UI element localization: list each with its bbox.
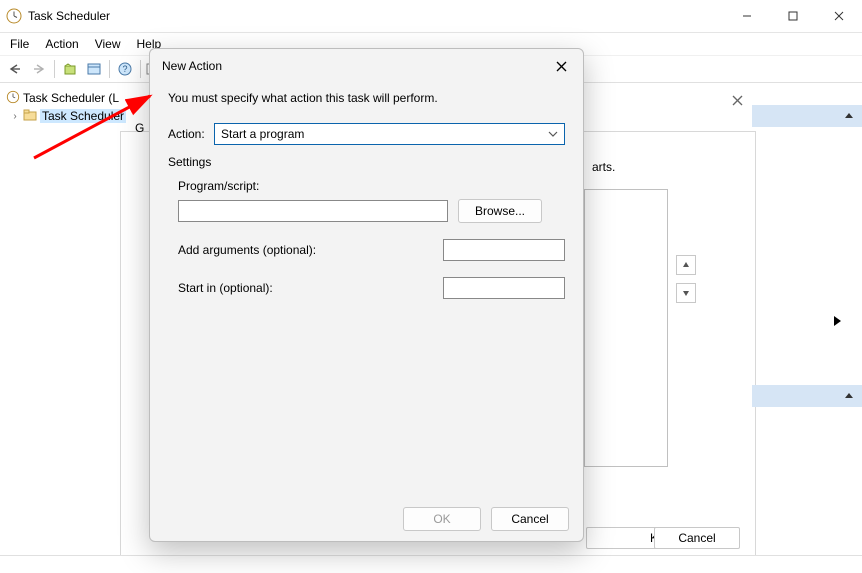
titlebar: Task Scheduler <box>0 0 862 32</box>
minimize-button[interactable] <box>724 0 770 32</box>
folder-icon <box>23 109 37 124</box>
bg-move-up-button[interactable] <box>676 255 696 275</box>
statusbar <box>0 555 862 573</box>
expand-icon[interactable]: › <box>10 111 20 122</box>
wizard-close-button[interactable] <box>726 89 748 111</box>
app-icon <box>6 8 22 24</box>
actions-pane-strip <box>752 83 862 573</box>
ok-button[interactable]: OK <box>403 507 481 531</box>
svg-text:?: ? <box>122 64 127 74</box>
program-script-input[interactable] <box>178 200 448 222</box>
dialog-title: New Action <box>162 59 547 73</box>
bg-peek-letter: G <box>135 121 144 135</box>
startin-input[interactable] <box>443 277 565 299</box>
bg-move-down-button[interactable] <box>676 283 696 303</box>
arguments-input[interactable] <box>443 239 565 261</box>
browse-button[interactable]: Browse... <box>458 199 542 223</box>
nav-forward-button[interactable] <box>28 58 50 80</box>
action-dropdown-value: Start a program <box>221 127 304 141</box>
bg-peek-arts: arts. <box>592 160 615 174</box>
nav-back-button[interactable] <box>4 58 26 80</box>
startin-label: Start in (optional): <box>178 281 443 295</box>
settings-label: Settings <box>168 155 565 169</box>
action-label: Action: <box>168 127 214 141</box>
action-dropdown[interactable]: Start a program <box>214 123 565 145</box>
new-action-dialog: New Action You must specify what action … <box>149 48 584 542</box>
close-button[interactable] <box>816 0 862 32</box>
dialog-close-button[interactable] <box>547 52 575 80</box>
menu-view[interactable]: View <box>87 35 129 53</box>
dialog-message: You must specify what action this task w… <box>168 91 565 105</box>
toolbar-panel-icon[interactable] <box>83 58 105 80</box>
actions-section-header-1[interactable] <box>752 105 862 127</box>
clock-icon <box>6 90 20 107</box>
maximize-button[interactable] <box>770 0 816 32</box>
menu-file[interactable]: File <box>2 35 37 53</box>
cancel-button[interactable]: Cancel <box>491 507 569 531</box>
toolbar-up-icon[interactable] <box>59 58 81 80</box>
tree-root-label: Task Scheduler (L <box>23 91 119 105</box>
menu-action[interactable]: Action <box>37 35 86 53</box>
window-title: Task Scheduler <box>28 9 724 23</box>
bg-cancel-button[interactable]: Cancel <box>654 527 740 549</box>
chevron-down-icon <box>548 128 558 142</box>
background-listbox <box>584 189 668 467</box>
toolbar-help-icon[interactable]: ? <box>114 58 136 80</box>
arguments-label: Add arguments (optional): <box>178 243 443 257</box>
actions-section-header-2[interactable] <box>752 385 862 407</box>
program-label: Program/script: <box>178 179 565 193</box>
tree-child-label: Task Scheduler <box>40 109 126 123</box>
actions-expand-icon[interactable] <box>832 315 846 329</box>
dialog-titlebar: New Action <box>150 49 583 83</box>
